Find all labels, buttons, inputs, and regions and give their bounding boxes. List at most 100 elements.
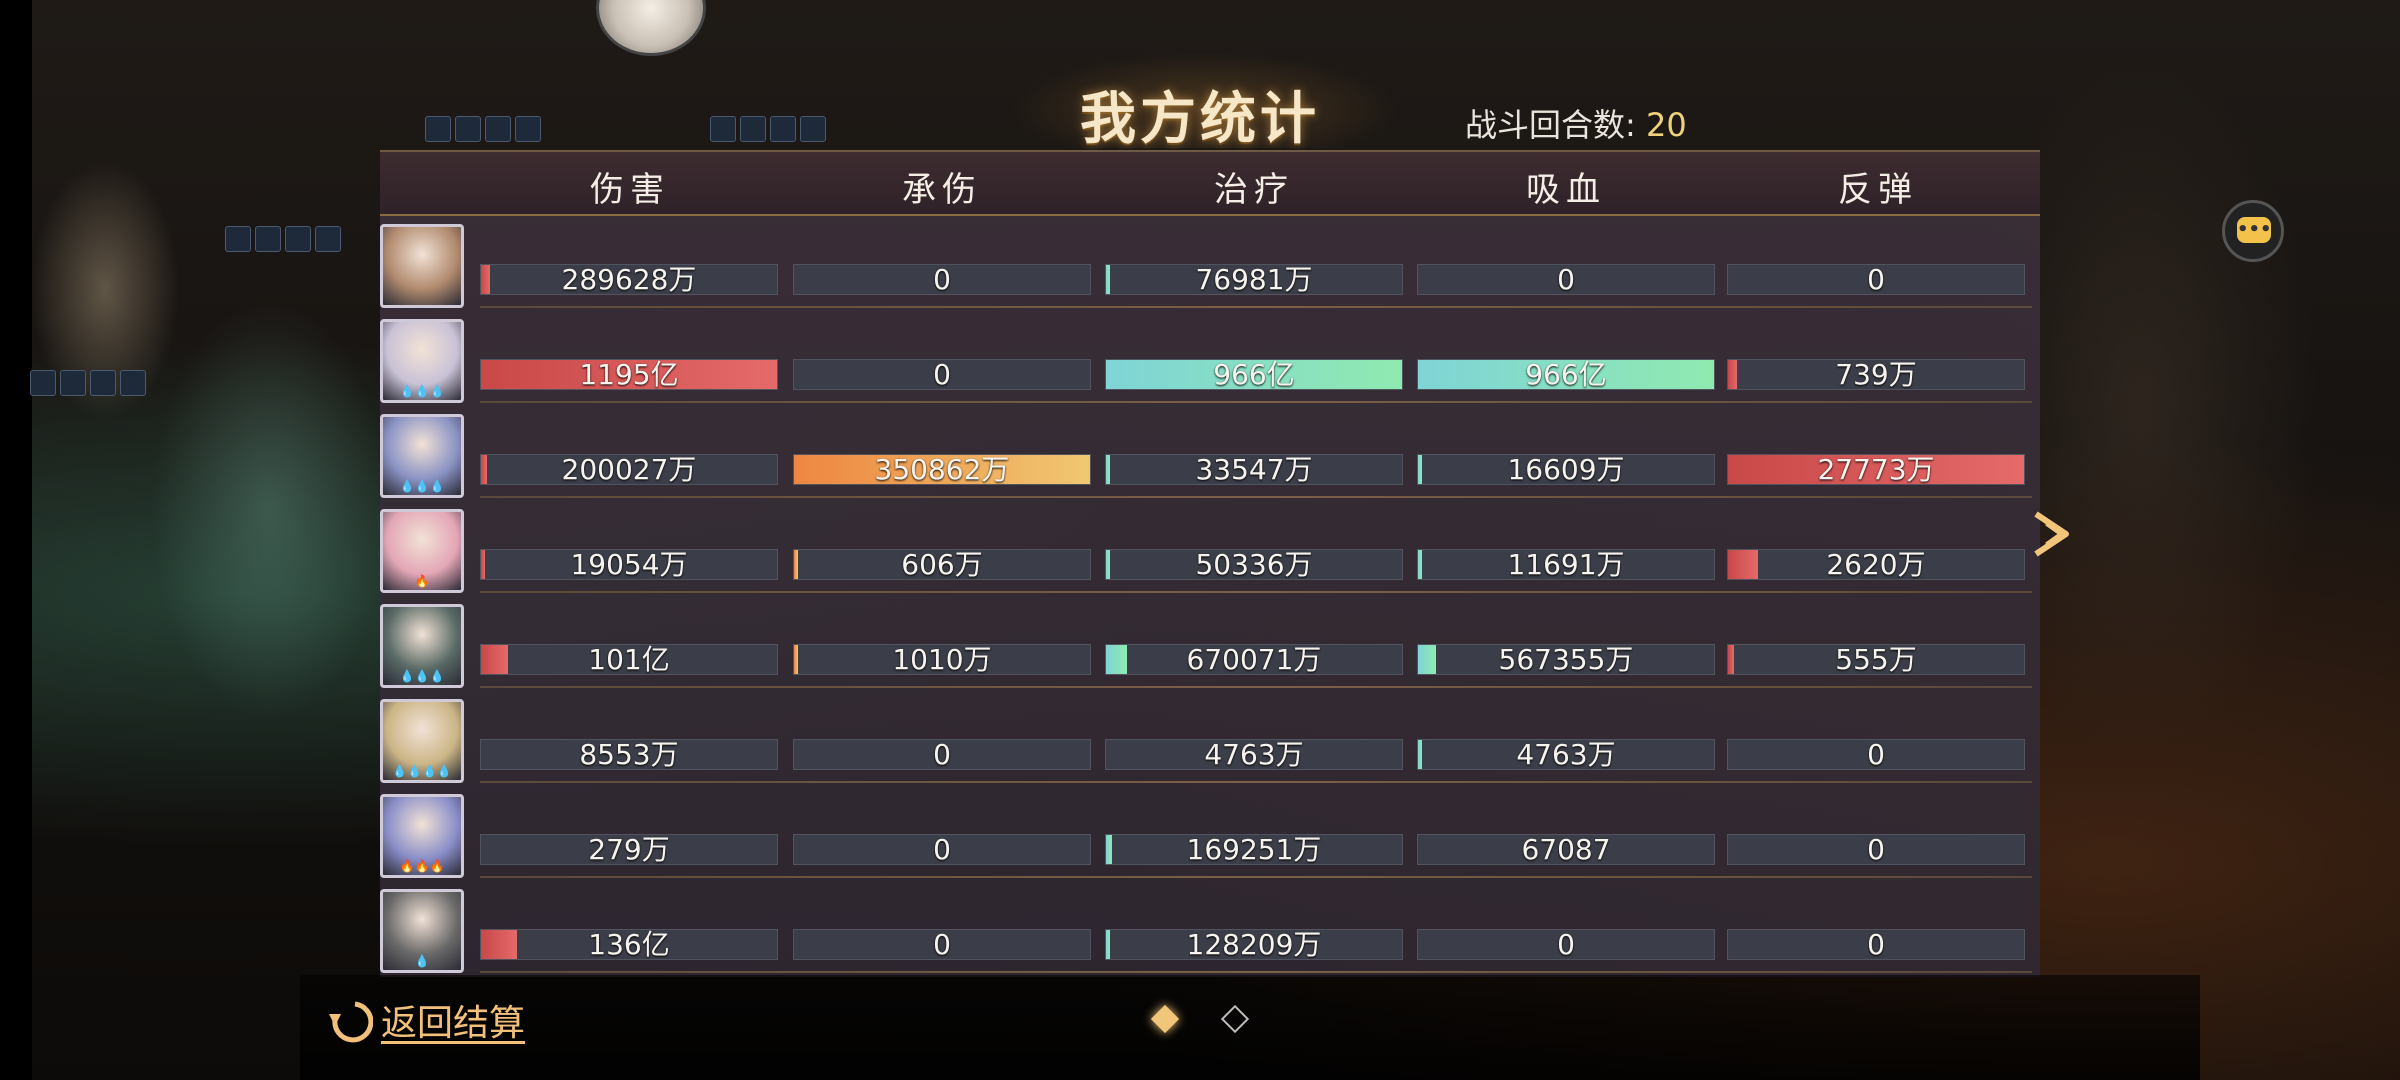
stat-bar-reflect: 739万 (1727, 359, 2025, 390)
stat-bar-damage: 101亿 (480, 644, 778, 675)
stat-bar-damage-taken: 0 (793, 739, 1091, 770)
background-hero-figure (150, 300, 390, 720)
stat-value-healing: 76981万 (1195, 264, 1313, 295)
stat-bar-lifesteal: 67087 (1417, 834, 1715, 865)
stat-bar-lifesteal: 0 (1417, 264, 1715, 295)
skill-icon-strip (710, 116, 826, 142)
stat-value-healing: 169251万 (1186, 834, 1322, 865)
hero-star-icons: 💧💧💧 (399, 479, 445, 493)
stat-value-lifesteal: 0 (1557, 264, 1575, 295)
stat-bar-damage: 200027万 (480, 454, 778, 485)
skill-icon-strip (225, 226, 341, 252)
stat-bar-damage-taken: 0 (793, 929, 1091, 960)
hero-medallion (596, 0, 706, 56)
stat-bar-healing: 966亿 (1105, 359, 1403, 390)
stat-bar-damage-taken: 1010万 (793, 644, 1091, 675)
stat-bar-lifesteal: 16609万 (1417, 454, 1715, 485)
stat-value-reflect: 0 (1867, 739, 1885, 770)
column-header-reflect: 反弹 (1838, 170, 1918, 210)
bottom-bar (300, 975, 2200, 1080)
stat-bar-healing: 128209万 (1105, 929, 1403, 960)
stat-value-reflect: 555万 (1835, 644, 1917, 675)
stat-value-healing: 50336万 (1195, 549, 1313, 580)
hero-avatar[interactable]: 💧💧💧💧 (380, 699, 464, 783)
hero-avatar[interactable] (380, 224, 464, 308)
stat-value-damage: 19054万 (570, 549, 688, 580)
stat-value-damage: 279万 (588, 834, 670, 865)
stat-bar-healing: 4763万 (1105, 739, 1403, 770)
stat-bar-healing: 50336万 (1105, 549, 1403, 580)
stat-value-healing: 128209万 (1186, 929, 1322, 960)
row-divider (480, 401, 2032, 403)
hero-star-icons: 🔥🔥🔥 (399, 859, 445, 873)
stat-bar-damage-taken: 0 (793, 359, 1091, 390)
stat-value-reflect: 0 (1867, 929, 1885, 960)
stat-bar-reflect: 2620万 (1727, 549, 2025, 580)
hero-star-icons: 🔥 (414, 574, 430, 588)
return-to-results-button[interactable]: 返回结算 (325, 990, 525, 1050)
stat-bar-damage: 289628万 (480, 264, 778, 295)
return-arrow-icon (329, 1001, 373, 1043)
stat-value-healing: 33547万 (1195, 454, 1313, 485)
stat-value-reflect: 2620万 (1826, 549, 1926, 580)
stat-bar-reflect: 27773万 (1727, 454, 2025, 485)
chat-button[interactable]: ••• (2222, 200, 2284, 262)
stat-value-damage: 101亿 (588, 644, 670, 675)
stat-value-damage: 1195亿 (579, 359, 679, 390)
stat-bar-reflect: 0 (1727, 739, 2025, 770)
stat-value-reflect: 27773万 (1817, 454, 1935, 485)
row-divider (480, 591, 2032, 593)
row-divider (480, 971, 2032, 973)
stat-value-reflect: 739万 (1835, 359, 1917, 390)
skill-icon-strip (425, 116, 541, 142)
stat-bar-damage-taken: 0 (793, 834, 1091, 865)
stat-value-lifesteal: 11691万 (1507, 549, 1625, 580)
stat-value-damage: 200027万 (561, 454, 697, 485)
hero-avatar[interactable]: 🔥🔥🔥 (380, 794, 464, 878)
stat-bar-healing: 169251万 (1105, 834, 1403, 865)
hero-star-icons: 💧 (414, 954, 430, 968)
stat-bar-healing: 76981万 (1105, 264, 1403, 295)
stat-bar-lifesteal: 4763万 (1417, 739, 1715, 770)
stat-bar-damage-taken: 0 (793, 264, 1091, 295)
stat-bar-reflect: 0 (1727, 264, 2025, 295)
stat-value-damage-taken: 606万 (901, 549, 983, 580)
hero-star-icons: 💧💧💧 (399, 669, 445, 683)
hero-avatar[interactable]: 💧💧💧 (380, 319, 464, 403)
stat-value-damage-taken: 1010万 (892, 644, 992, 675)
hero-star-icons: 💧💧💧 (399, 384, 445, 398)
stat-bar-lifesteal: 11691万 (1417, 549, 1715, 580)
battle-rounds-label: 战斗回合数: (1465, 106, 1636, 144)
stat-value-lifesteal: 16609万 (1507, 454, 1625, 485)
row-divider (480, 306, 2032, 308)
stat-bar-healing: 33547万 (1105, 454, 1403, 485)
stat-value-damage: 136亿 (588, 929, 670, 960)
chevron-right-icon[interactable] (2026, 506, 2082, 562)
return-to-results-label: 返回结算 (381, 1003, 526, 1044)
hero-avatar[interactable]: 💧 (380, 889, 464, 973)
stat-bar-lifesteal: 567355万 (1417, 644, 1715, 675)
stat-value-lifesteal: 0 (1557, 929, 1575, 960)
stat-bar-damage: 19054万 (480, 549, 778, 580)
stat-bar-lifesteal: 0 (1417, 929, 1715, 960)
stat-value-lifesteal: 567355万 (1498, 644, 1634, 675)
column-header-damage: 伤害 (590, 170, 670, 210)
column-header-healing: 治疗 (1214, 170, 1294, 210)
stat-bar-reflect: 555万 (1727, 644, 2025, 675)
left-edge-border (0, 0, 32, 1080)
stat-value-reflect: 0 (1867, 834, 1885, 865)
battle-rounds-value: 20 (1645, 106, 1687, 144)
battle-rounds: 战斗回合数: 20 (1465, 100, 1687, 146)
stat-value-damage-taken: 0 (933, 739, 951, 770)
stat-value-lifesteal: 4763万 (1516, 739, 1616, 770)
hero-avatar[interactable]: 💧💧💧 (380, 414, 464, 498)
stat-bar-reflect: 0 (1727, 834, 2025, 865)
stat-value-healing: 670071万 (1186, 644, 1322, 675)
hero-avatar[interactable]: 🔥 (380, 509, 464, 593)
page-title: 我方统计 (1080, 86, 1320, 152)
stat-bar-damage: 136亿 (480, 929, 778, 960)
stat-bar-damage-taken: 350862万 (793, 454, 1091, 485)
hero-avatar[interactable]: 💧💧💧 (380, 604, 464, 688)
row-divider (480, 876, 2032, 878)
stat-value-reflect: 0 (1867, 264, 1885, 295)
